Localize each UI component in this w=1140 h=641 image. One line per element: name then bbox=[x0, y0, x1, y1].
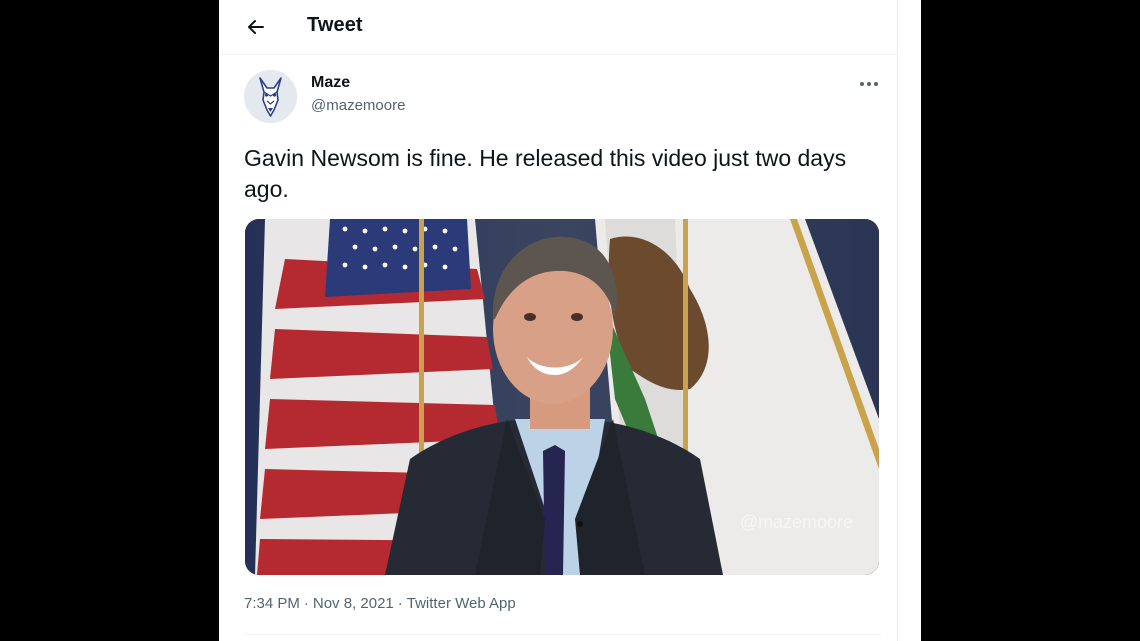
avatar[interactable] bbox=[244, 70, 297, 123]
back-button[interactable] bbox=[241, 13, 271, 41]
arrow-left-icon bbox=[248, 20, 264, 34]
video-watermark: @mazemoore bbox=[739, 512, 853, 532]
meta-separator: · bbox=[303, 595, 309, 612]
divider bbox=[897, 0, 898, 641]
tweet-date[interactable]: Nov 8, 2021 bbox=[313, 595, 394, 612]
author-handle[interactable]: @mazemoore bbox=[311, 97, 405, 114]
tweet-metadata: 7:34 PM · Nov 8, 2021 · Twitter Web App bbox=[244, 595, 516, 612]
meta-separator: · bbox=[397, 595, 403, 612]
page-title: Tweet bbox=[307, 14, 363, 36]
doberman-avatar-icon bbox=[244, 70, 297, 123]
tweet-time[interactable]: 7:34 PM bbox=[244, 595, 300, 612]
screen: Tweet Maze @mazemoore Gavin Newsom is fi… bbox=[0, 0, 1140, 641]
divider bbox=[244, 634, 881, 635]
tweet-text: Gavin Newsom is fine. He released this v… bbox=[244, 145, 847, 202]
header-bar: Tweet bbox=[219, 0, 897, 55]
author-display-name[interactable]: Maze bbox=[311, 74, 350, 92]
tweet-video[interactable]: @mazemoore bbox=[245, 219, 879, 575]
more-horizontal-icon bbox=[860, 82, 878, 86]
tweet-source[interactable]: Twitter Web App bbox=[407, 595, 516, 612]
tweet-panel: Tweet Maze @mazemoore Gavin Newsom is fi… bbox=[219, 0, 921, 641]
more-options-button[interactable] bbox=[855, 72, 883, 96]
